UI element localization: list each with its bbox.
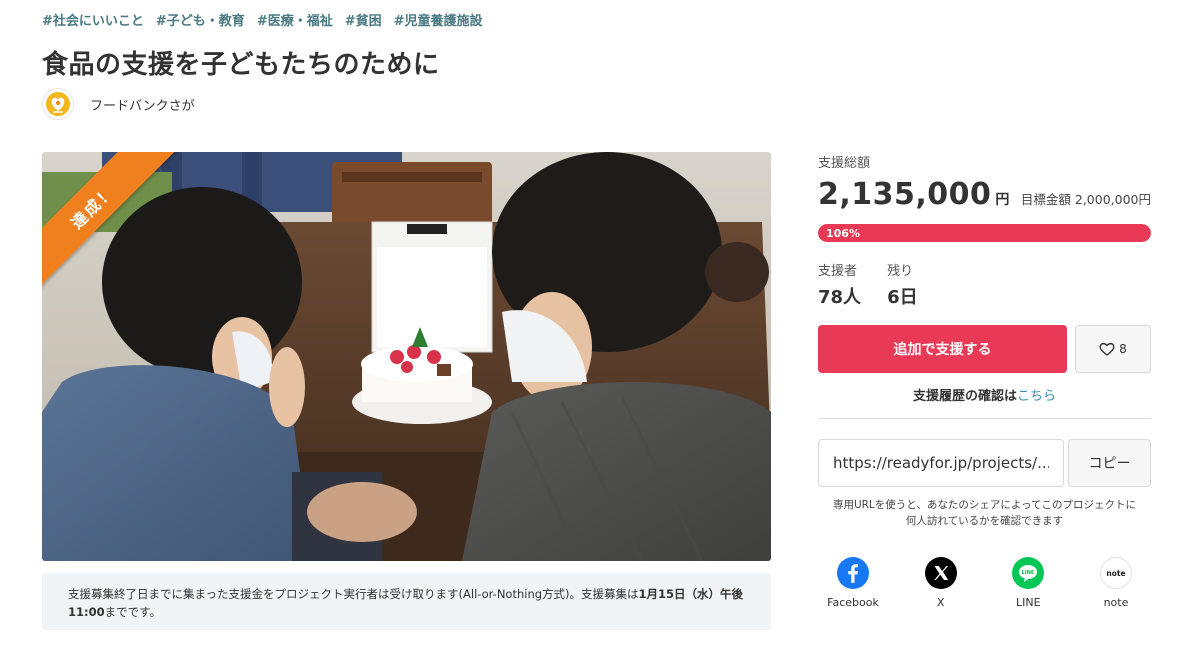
tag-children-education[interactable]: #子ども・教育 [156, 10, 245, 29]
share-note[interactable]: note note [1081, 557, 1151, 609]
supporters-stat: 支援者 78人 [818, 260, 861, 309]
share-line[interactable]: LINE LINE [993, 557, 1063, 609]
funding-sidebar: 支援総額 2,135,000 円 目標金額 2,000,000円 106% 支援者… [818, 152, 1151, 609]
notice-suffix: までです。 [104, 605, 161, 619]
progress-percent: 106% [826, 226, 860, 240]
project-hero-image: 達成！ [42, 152, 771, 561]
note-label: note [1103, 596, 1129, 609]
line-label: LINE [1016, 596, 1041, 609]
share-facebook[interactable]: Facebook [818, 557, 888, 609]
x-icon [924, 557, 957, 589]
progress-fill: 106% [818, 224, 1151, 242]
org-logo-icon[interactable] [42, 88, 74, 120]
add-support-button[interactable]: 追加で支援する [818, 325, 1067, 373]
notice-text: 支援募集終了日までに集まった支援金をプロジェクト実行者は受け取ります(All-o… [68, 587, 639, 601]
stats: 支援者 78人 残り 6日 [818, 260, 1151, 309]
organization: フードバンクさが [42, 88, 195, 120]
history-link[interactable]: こちら [1017, 389, 1056, 404]
remaining-stat: 残り 6日 [887, 260, 918, 309]
org-name-link[interactable]: フードバンクさが [90, 95, 195, 114]
tag-social-good[interactable]: #社会にいいこと [42, 10, 144, 29]
total-support-amount: 2,135,000 [818, 177, 992, 212]
all-or-nothing-notice: 支援募集終了日までに集まった支援金をプロジェクト実行者は受け取ります(All-o… [42, 573, 771, 630]
heart-icon [1099, 342, 1115, 356]
facebook-label: Facebook [827, 596, 879, 609]
tag-list: #社会にいいこと #子ども・教育 #医療・福祉 #貧困 #児童養護施設 [42, 10, 483, 29]
share-note: 専用URLを使うと、あなたのシェアによってこのプロジェクトに何人訪れているかを確… [832, 499, 1137, 527]
support-history: 支援履歴の確認はこちら [818, 385, 1151, 419]
supporters-value: 78人 [818, 287, 862, 308]
remaining-value: 6日 [887, 287, 918, 308]
target-amount: 目標金額 2,000,000円 [1020, 192, 1151, 207]
amount-unit: 円 [995, 192, 1010, 208]
x-label: X [936, 596, 945, 609]
tag-medical-welfare[interactable]: #医療・福祉 [257, 10, 333, 29]
sns-share-list: Facebook X LINE LINE note note [818, 557, 1151, 609]
tag-poverty[interactable]: #貧困 [345, 10, 382, 29]
line-icon: LINE [1012, 557, 1045, 589]
total-support-label: 支援総額 [818, 156, 871, 171]
supporters-label: 支援者 [818, 264, 858, 279]
copy-url-button[interactable]: コピー [1068, 439, 1151, 487]
tag-childrens-home[interactable]: #児童養護施設 [394, 10, 483, 29]
favorite-button[interactable]: 8 [1075, 325, 1151, 373]
svg-text:note: note [1106, 569, 1125, 578]
favorite-count: 8 [1119, 342, 1127, 356]
svg-text:LINE: LINE [1022, 570, 1035, 576]
facebook-icon [837, 557, 869, 589]
note-icon: note [1099, 557, 1132, 589]
page-title: 食品の支援を子どもたちのために [42, 50, 440, 80]
progress-bar: 106% [818, 224, 1151, 242]
remaining-label: 残り [887, 264, 914, 279]
share-url-field[interactable] [818, 439, 1064, 487]
history-prefix: 支援履歴の確認は [912, 389, 1017, 404]
share-x[interactable]: X [906, 557, 976, 609]
